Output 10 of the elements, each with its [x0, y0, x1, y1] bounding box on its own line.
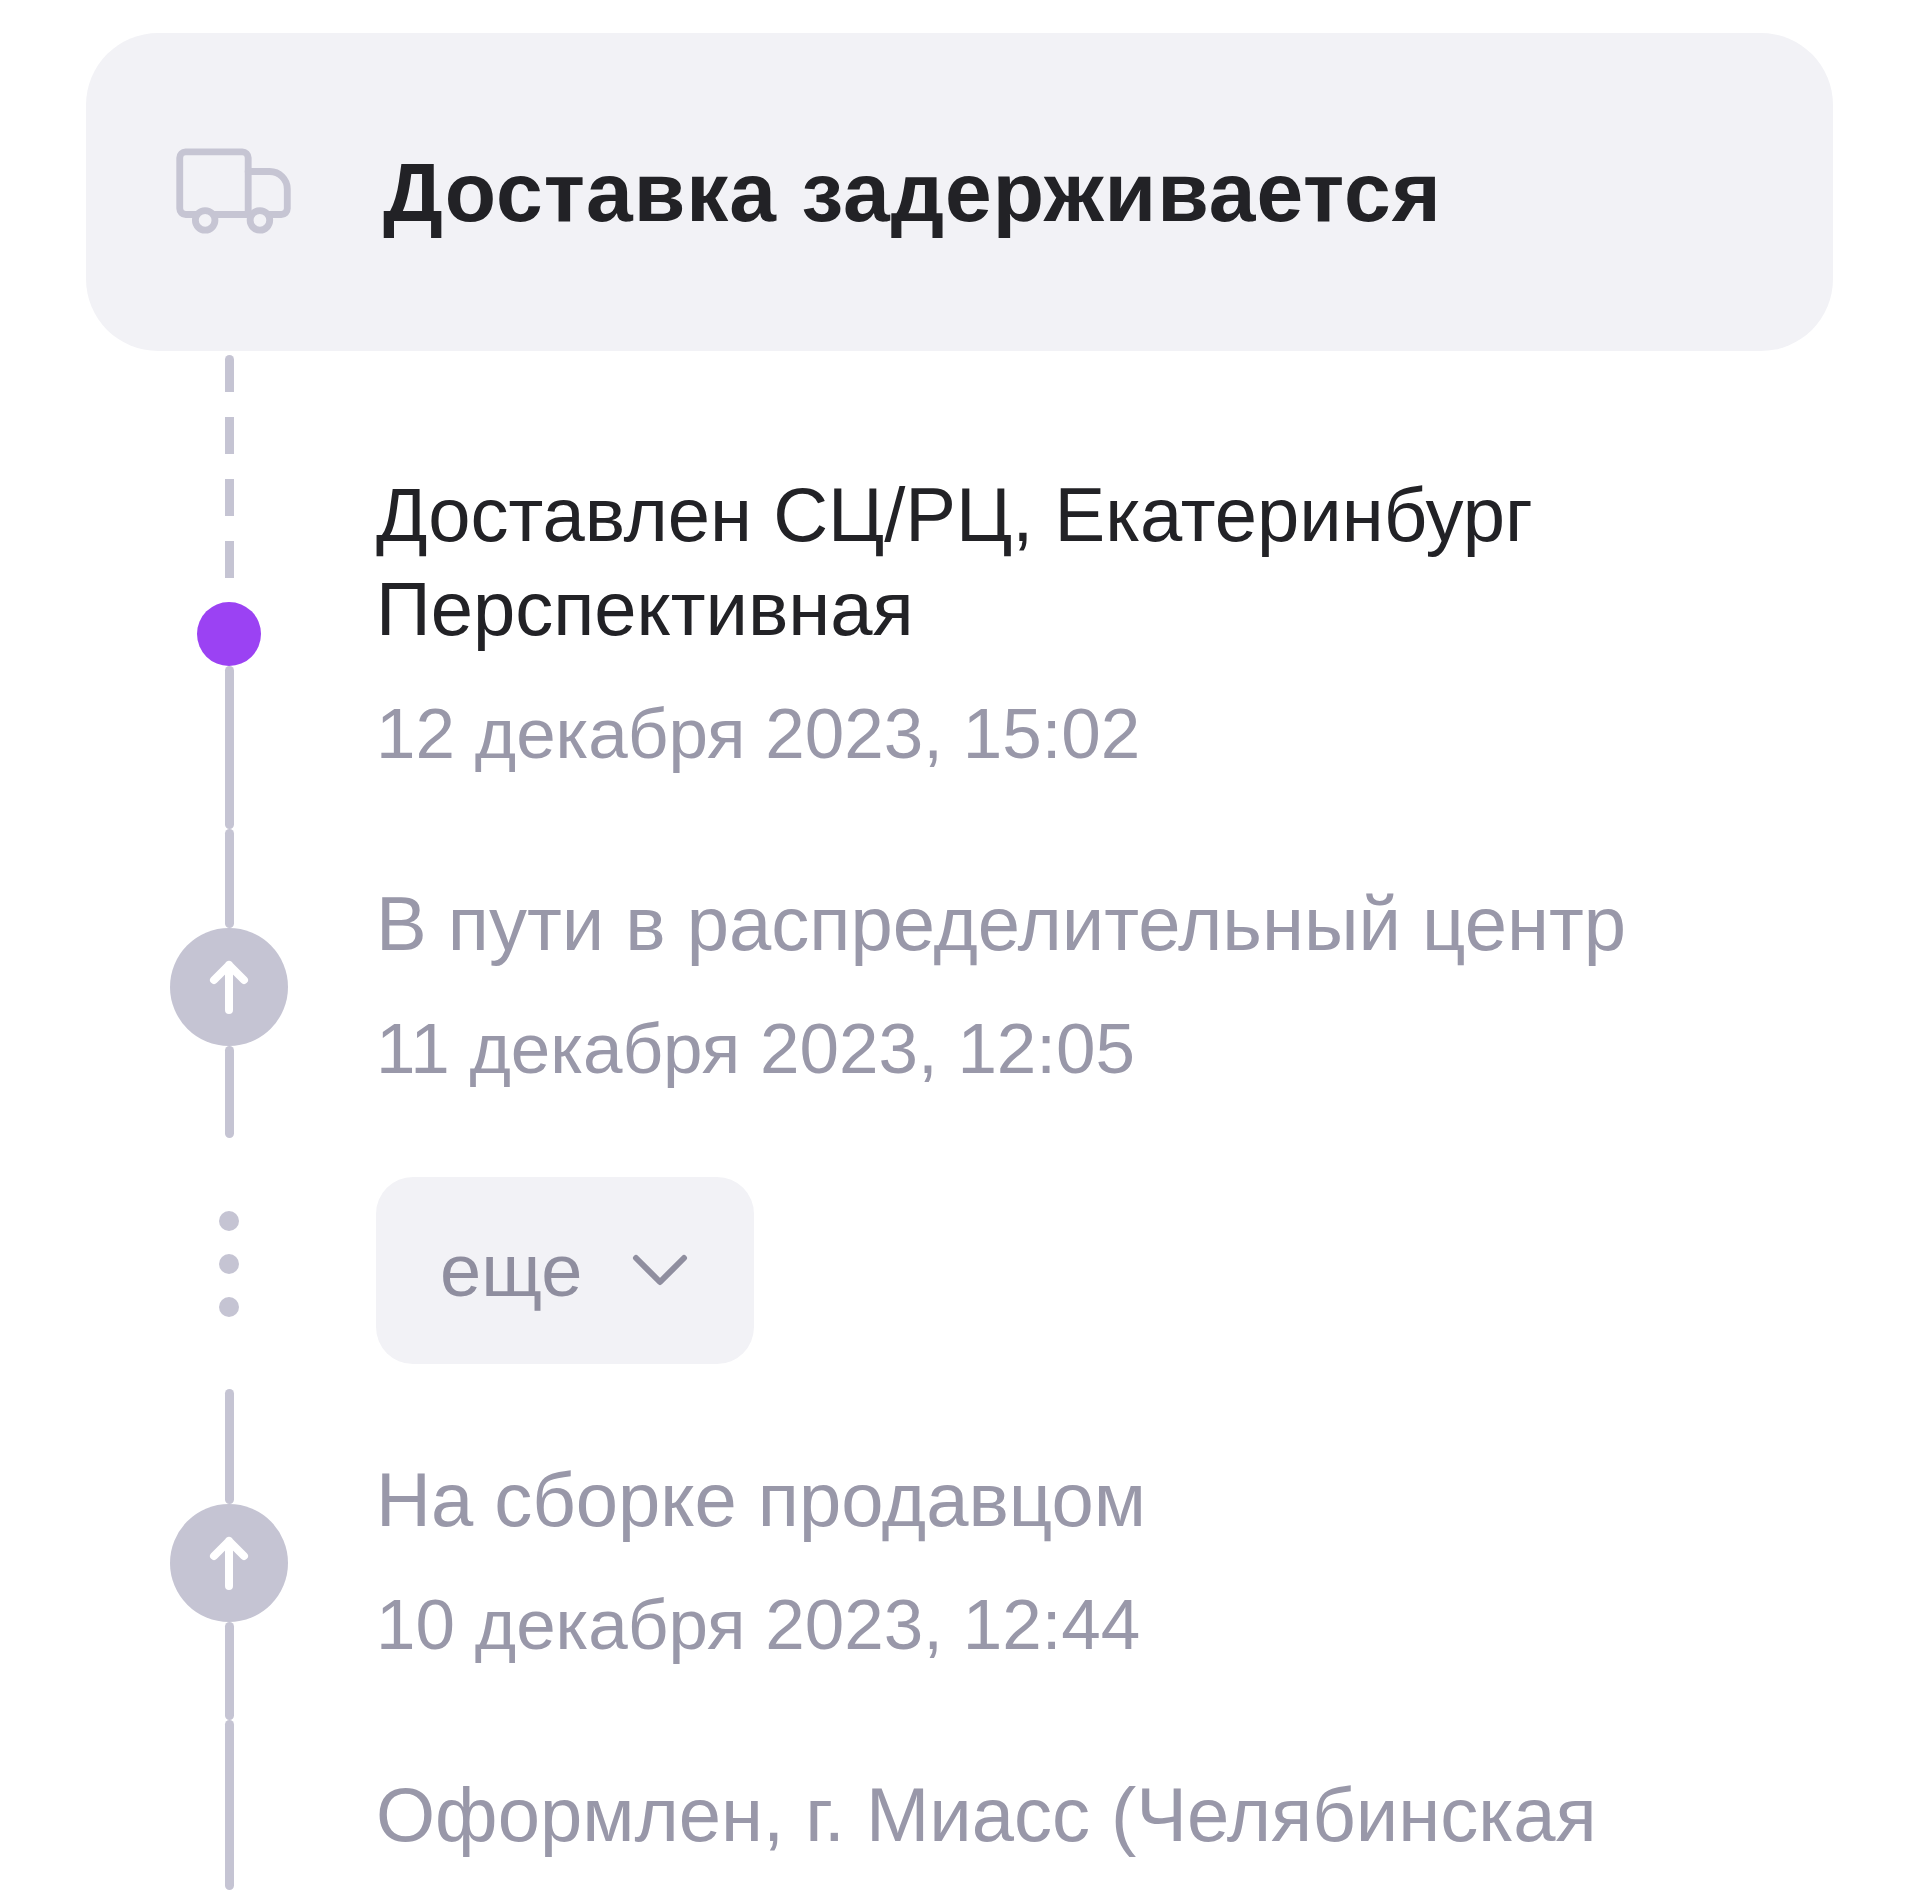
status-title: Оформлен, г. Миасс (Челябинская	[376, 1771, 1597, 1859]
status-date: 12 декабря 2023, 15:02	[376, 693, 1141, 775]
status-title: На сборке продавцом	[376, 1456, 1147, 1544]
show-more-button[interactable]: еще	[376, 1177, 755, 1364]
truck-icon	[175, 148, 294, 236]
status-title: В пути в распределительный центр	[376, 880, 1627, 968]
status-title: Доставлен СЦ/РЦ, Екатеринбург Перспективная	[376, 471, 1534, 653]
status-date: 11 декабря 2023, 12:05	[376, 1008, 1136, 1090]
status-date: 10 декабря 2023, 12:44	[376, 1584, 1141, 1666]
vertical-ellipsis-icon	[219, 1210, 239, 1317]
